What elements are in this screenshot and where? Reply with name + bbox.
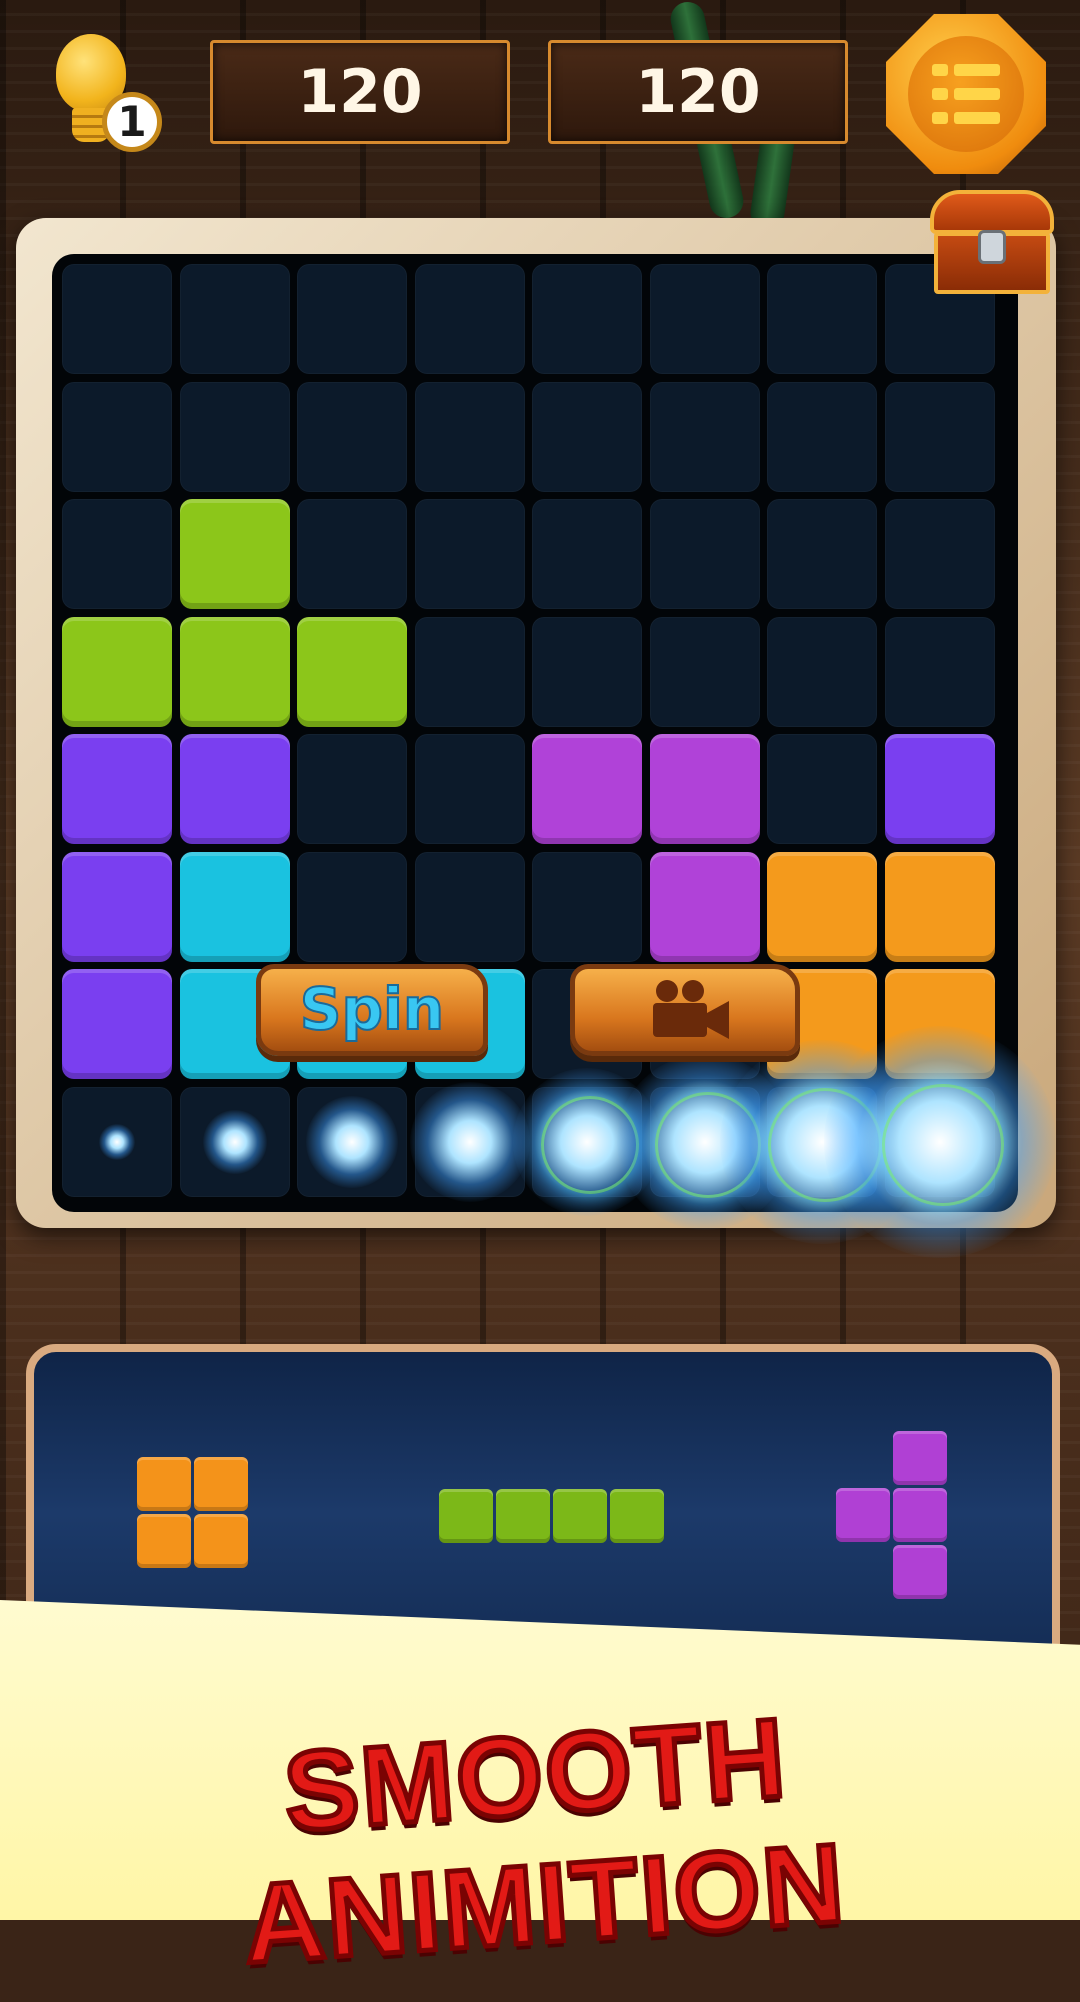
empty-cell[interactable] xyxy=(884,381,995,492)
empty-cell[interactable] xyxy=(767,499,877,609)
empty-cell[interactable] xyxy=(649,616,760,727)
empty-cell[interactable] xyxy=(414,851,525,962)
glow-ring-effect xyxy=(881,1083,1004,1206)
tray-piece-t-shape-cell[interactable] xyxy=(893,1545,947,1599)
video-camera-icon xyxy=(653,980,729,1039)
sparkle-effect xyxy=(202,1109,267,1174)
block-cell[interactable] xyxy=(297,616,407,727)
empty-cell[interactable] xyxy=(649,499,760,609)
empty-cell[interactable] xyxy=(297,499,407,609)
empty-cell[interactable] xyxy=(884,499,995,609)
hint-button[interactable]: 1 xyxy=(48,34,178,164)
empty-cell[interactable] xyxy=(532,616,642,727)
empty-cell[interactable] xyxy=(297,851,407,962)
empty-cell[interactable] xyxy=(179,264,290,374)
block-cell[interactable] xyxy=(179,851,290,962)
best-score: 120 xyxy=(548,40,848,144)
tray-piece-line-cell[interactable] xyxy=(610,1489,664,1543)
empty-cell[interactable] xyxy=(532,499,642,609)
empty-cell[interactable] xyxy=(532,264,642,374)
empty-cell[interactable] xyxy=(62,499,172,609)
block-cell[interactable] xyxy=(649,734,760,844)
current-score: 120 xyxy=(210,40,510,144)
tray-piece-square-cell[interactable] xyxy=(194,1457,248,1511)
empty-cell[interactable] xyxy=(532,381,642,492)
empty-cell[interactable] xyxy=(767,734,877,844)
tray-piece-line-cell[interactable] xyxy=(553,1489,607,1543)
block-cell[interactable] xyxy=(179,499,290,609)
block-cell[interactable] xyxy=(62,969,172,1079)
empty-cell[interactable] xyxy=(767,264,877,374)
block-cell[interactable] xyxy=(179,734,290,844)
menu-list-icon xyxy=(908,36,1024,152)
empty-cell[interactable] xyxy=(767,381,877,492)
block-cell[interactable] xyxy=(62,734,172,844)
hint-count-badge: 1 xyxy=(102,92,162,152)
tray-piece-line-cell[interactable] xyxy=(496,1489,550,1543)
empty-cell[interactable] xyxy=(297,381,407,492)
empty-cell[interactable] xyxy=(532,851,642,962)
block-cell[interactable] xyxy=(884,734,995,844)
empty-cell[interactable] xyxy=(649,264,760,374)
empty-cell[interactable] xyxy=(414,616,525,727)
block-cell[interactable] xyxy=(767,851,877,962)
spin-button[interactable]: Spin xyxy=(256,964,488,1056)
empty-cell[interactable] xyxy=(649,381,760,492)
empty-cell[interactable] xyxy=(297,264,407,374)
game-board[interactable] xyxy=(52,254,1056,1258)
tray-piece-square-cell[interactable] xyxy=(137,1514,191,1568)
spin-label: Spin xyxy=(299,974,445,1044)
tray-piece-t-shape-cell[interactable] xyxy=(836,1488,890,1542)
empty-cell[interactable] xyxy=(62,264,172,374)
sparkle-effect xyxy=(99,1123,135,1160)
empty-cell[interactable] xyxy=(179,381,290,492)
sparkle-effect xyxy=(409,1081,530,1202)
tray-piece-t-shape-cell[interactable] xyxy=(893,1431,947,1485)
empty-cell[interactable] xyxy=(414,499,525,609)
tray-piece-square-cell[interactable] xyxy=(194,1514,248,1568)
empty-cell[interactable] xyxy=(297,734,407,844)
sparkle-effect xyxy=(306,1095,398,1188)
empty-cell[interactable] xyxy=(414,264,525,374)
block-cell[interactable] xyxy=(179,616,290,727)
menu-button[interactable] xyxy=(886,14,1046,174)
block-cell[interactable] xyxy=(532,734,642,844)
block-cell[interactable] xyxy=(884,851,995,962)
tray-piece-t-shape-cell[interactable] xyxy=(893,1488,947,1542)
treasure-chest-icon[interactable] xyxy=(930,190,1054,294)
empty-cell[interactable] xyxy=(62,381,172,492)
empty-cell[interactable] xyxy=(414,734,525,844)
block-cell[interactable] xyxy=(649,851,760,962)
watch-video-button[interactable] xyxy=(570,964,800,1056)
tray-piece-square-cell[interactable] xyxy=(137,1457,191,1511)
padlock-icon xyxy=(978,230,1006,264)
tray-piece-line-cell[interactable] xyxy=(439,1489,493,1543)
block-cell[interactable] xyxy=(62,851,172,962)
block-cell[interactable] xyxy=(62,616,172,727)
empty-cell[interactable] xyxy=(767,616,877,727)
empty-cell[interactable] xyxy=(884,616,995,727)
empty-cell[interactable] xyxy=(414,381,525,492)
